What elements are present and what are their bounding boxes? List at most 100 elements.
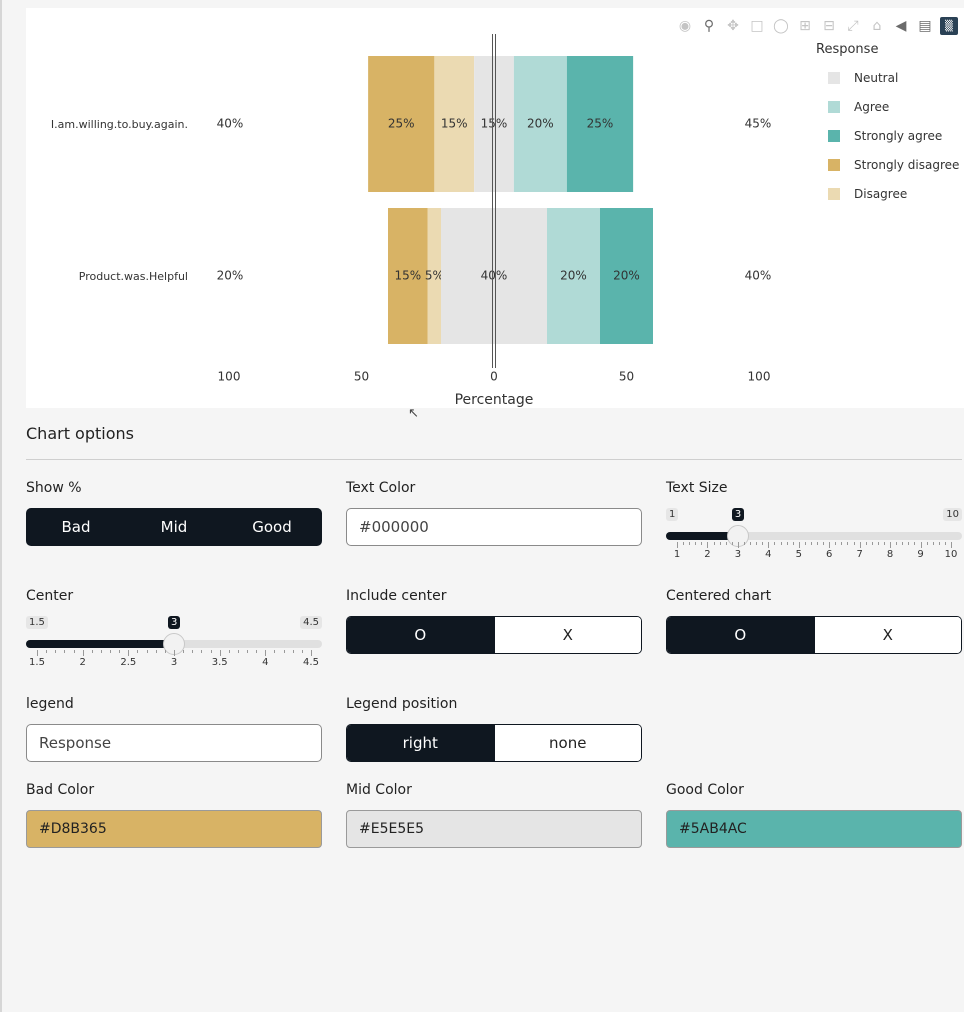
center-min: 1.5 <box>26 616 48 629</box>
x-tick-label-3: 50 <box>619 370 634 384</box>
bar-label-0-3: 20% <box>527 117 554 131</box>
window-edge <box>0 0 2 1012</box>
slider-tick <box>792 542 794 545</box>
mid-color-input[interactable]: #E5E5E5 <box>346 810 642 848</box>
slider-tick <box>689 542 691 545</box>
category-label-1: Product.was.Helpful <box>79 270 188 283</box>
legend-label: Neutral <box>854 70 899 85</box>
slider-tick <box>835 542 837 545</box>
show-pct-good-button[interactable]: Good <box>223 509 321 545</box>
box-select-icon[interactable]: □ <box>748 17 766 35</box>
zoom-icon[interactable]: ⚲ <box>700 17 718 35</box>
slider-tick <box>810 542 812 545</box>
slider-tick <box>731 542 733 545</box>
slider-tick <box>256 650 258 653</box>
text-color-input[interactable]: #000000 <box>346 508 642 546</box>
slider-tick <box>155 650 157 653</box>
pan-icon[interactable]: ✥ <box>724 17 742 35</box>
plot-area: 25% 15% 15% 20% 25% I.am.willing.to.buy.again… <box>26 8 964 408</box>
spike-lines-icon[interactable]: ◀ <box>892 17 910 35</box>
slider-tick <box>119 650 121 653</box>
bar-label-1-0: 15% <box>395 269 422 283</box>
legend-swatch <box>828 71 840 84</box>
slider-tick <box>817 542 819 545</box>
slider-tick-label: 4 <box>765 549 772 560</box>
slider-tick <box>37 650 38 656</box>
legend-swatch <box>828 187 840 200</box>
compare-hover-icon[interactable]: ▤ <box>916 17 934 35</box>
slider-tick <box>829 542 831 548</box>
legend-swatch <box>828 129 840 142</box>
include-center-o-button[interactable]: O <box>347 617 494 653</box>
slider-tick <box>701 542 703 545</box>
slider-tick-label: 1.5 <box>29 657 45 668</box>
slider-tick <box>82 650 84 656</box>
slider-tick <box>713 542 715 545</box>
slider-tick <box>719 542 721 545</box>
text-size-slider[interactable]: 1 10 3 1 2 3 4 5 6 7 8 9 10 <box>666 508 962 568</box>
slider-tick <box>192 650 194 653</box>
x-tick-label-1: 50 <box>354 370 369 384</box>
slider-tick <box>884 542 886 545</box>
slider-tick-label: 4 <box>262 657 269 668</box>
slider-tick-label: 6 <box>826 549 833 560</box>
slider-tick <box>944 542 946 545</box>
autoscale-icon[interactable]: ⤢ <box>844 17 862 35</box>
legend-input[interactable]: Response <box>26 724 322 762</box>
good-color-label: Good Color <box>666 782 744 798</box>
show-pct-bad-button[interactable]: Bad <box>27 509 125 545</box>
slider-tick <box>183 650 185 653</box>
category-label-0: I.am.willing.to.buy.again. <box>51 118 188 131</box>
center-slider[interactable]: 1.5 4.5 3 1.5 2 2.5 3 3.5 4 4.5 <box>26 616 322 676</box>
slider-tick-label: 2 <box>79 657 86 668</box>
bar-label-1-2: 40% <box>481 269 508 283</box>
bar-label-0-2: 15% <box>481 117 508 131</box>
centered-chart-x-button[interactable]: X <box>813 617 961 653</box>
show-pct-label: Show % <box>26 480 82 496</box>
bar-label-0-1: 15% <box>441 117 468 131</box>
slider-tick-label: 2.5 <box>120 657 137 668</box>
zoom-in-icon[interactable]: ⊞ <box>796 17 814 35</box>
text-size-max: 10 <box>943 508 962 521</box>
centered-chart-o-button[interactable]: O <box>667 617 814 653</box>
show-pct-mid-button[interactable]: Mid <box>125 509 223 545</box>
slider-tick <box>274 650 276 653</box>
slider-tick <box>292 650 294 653</box>
legend-item-disagree[interactable]: Disagree <box>816 179 959 208</box>
legend-item-agree[interactable]: Agree <box>816 92 959 121</box>
slider-tick <box>896 542 898 545</box>
slider-tick-label: 1 <box>673 549 681 560</box>
slider-tick <box>841 542 843 545</box>
lasso-icon[interactable]: ◯ <box>772 17 790 35</box>
slider-tick <box>877 542 879 545</box>
legend-item-neutral[interactable]: Neutral <box>816 63 959 92</box>
legend-position-group: right none <box>346 724 642 762</box>
slider-tick <box>762 542 764 545</box>
legend-item-strongly-agree[interactable]: Strongly agree <box>816 121 959 150</box>
legend-position-right-button[interactable]: right <box>347 725 494 761</box>
center-value: 3 <box>168 616 181 629</box>
slider-tick <box>677 542 678 548</box>
slider-tick <box>695 542 697 545</box>
text-color-label: Text Color <box>346 480 416 496</box>
include-center-x-button[interactable]: X <box>493 617 641 653</box>
slider-tick <box>890 542 892 548</box>
legend-item-strongly-disagree[interactable]: Strongly disagree <box>816 150 959 179</box>
good-color-input[interactable]: #5AB4AC <box>666 810 962 848</box>
reset-axes-icon[interactable]: ⌂ <box>868 17 886 35</box>
bad-color-input[interactable]: #D8B365 <box>26 810 322 848</box>
camera-icon[interactable]: ◉ <box>676 17 694 35</box>
slider-tick <box>110 650 112 653</box>
slider-tick-label: 9 <box>917 549 924 560</box>
legend-option-label: legend <box>26 696 74 712</box>
slider-tick <box>219 650 221 656</box>
legend-position-none-button[interactable]: none <box>493 725 641 761</box>
text-size-value: 3 <box>731 508 745 521</box>
zoom-out-icon[interactable]: ⊟ <box>820 17 838 35</box>
right-total-1: 40% <box>745 269 772 283</box>
plotly-logo-icon[interactable]: ▒ <box>940 17 958 35</box>
slider-tick <box>951 542 952 548</box>
include-center-group: O X <box>346 616 642 654</box>
slider-tick <box>55 650 57 653</box>
legend-title: Response <box>816 42 879 57</box>
